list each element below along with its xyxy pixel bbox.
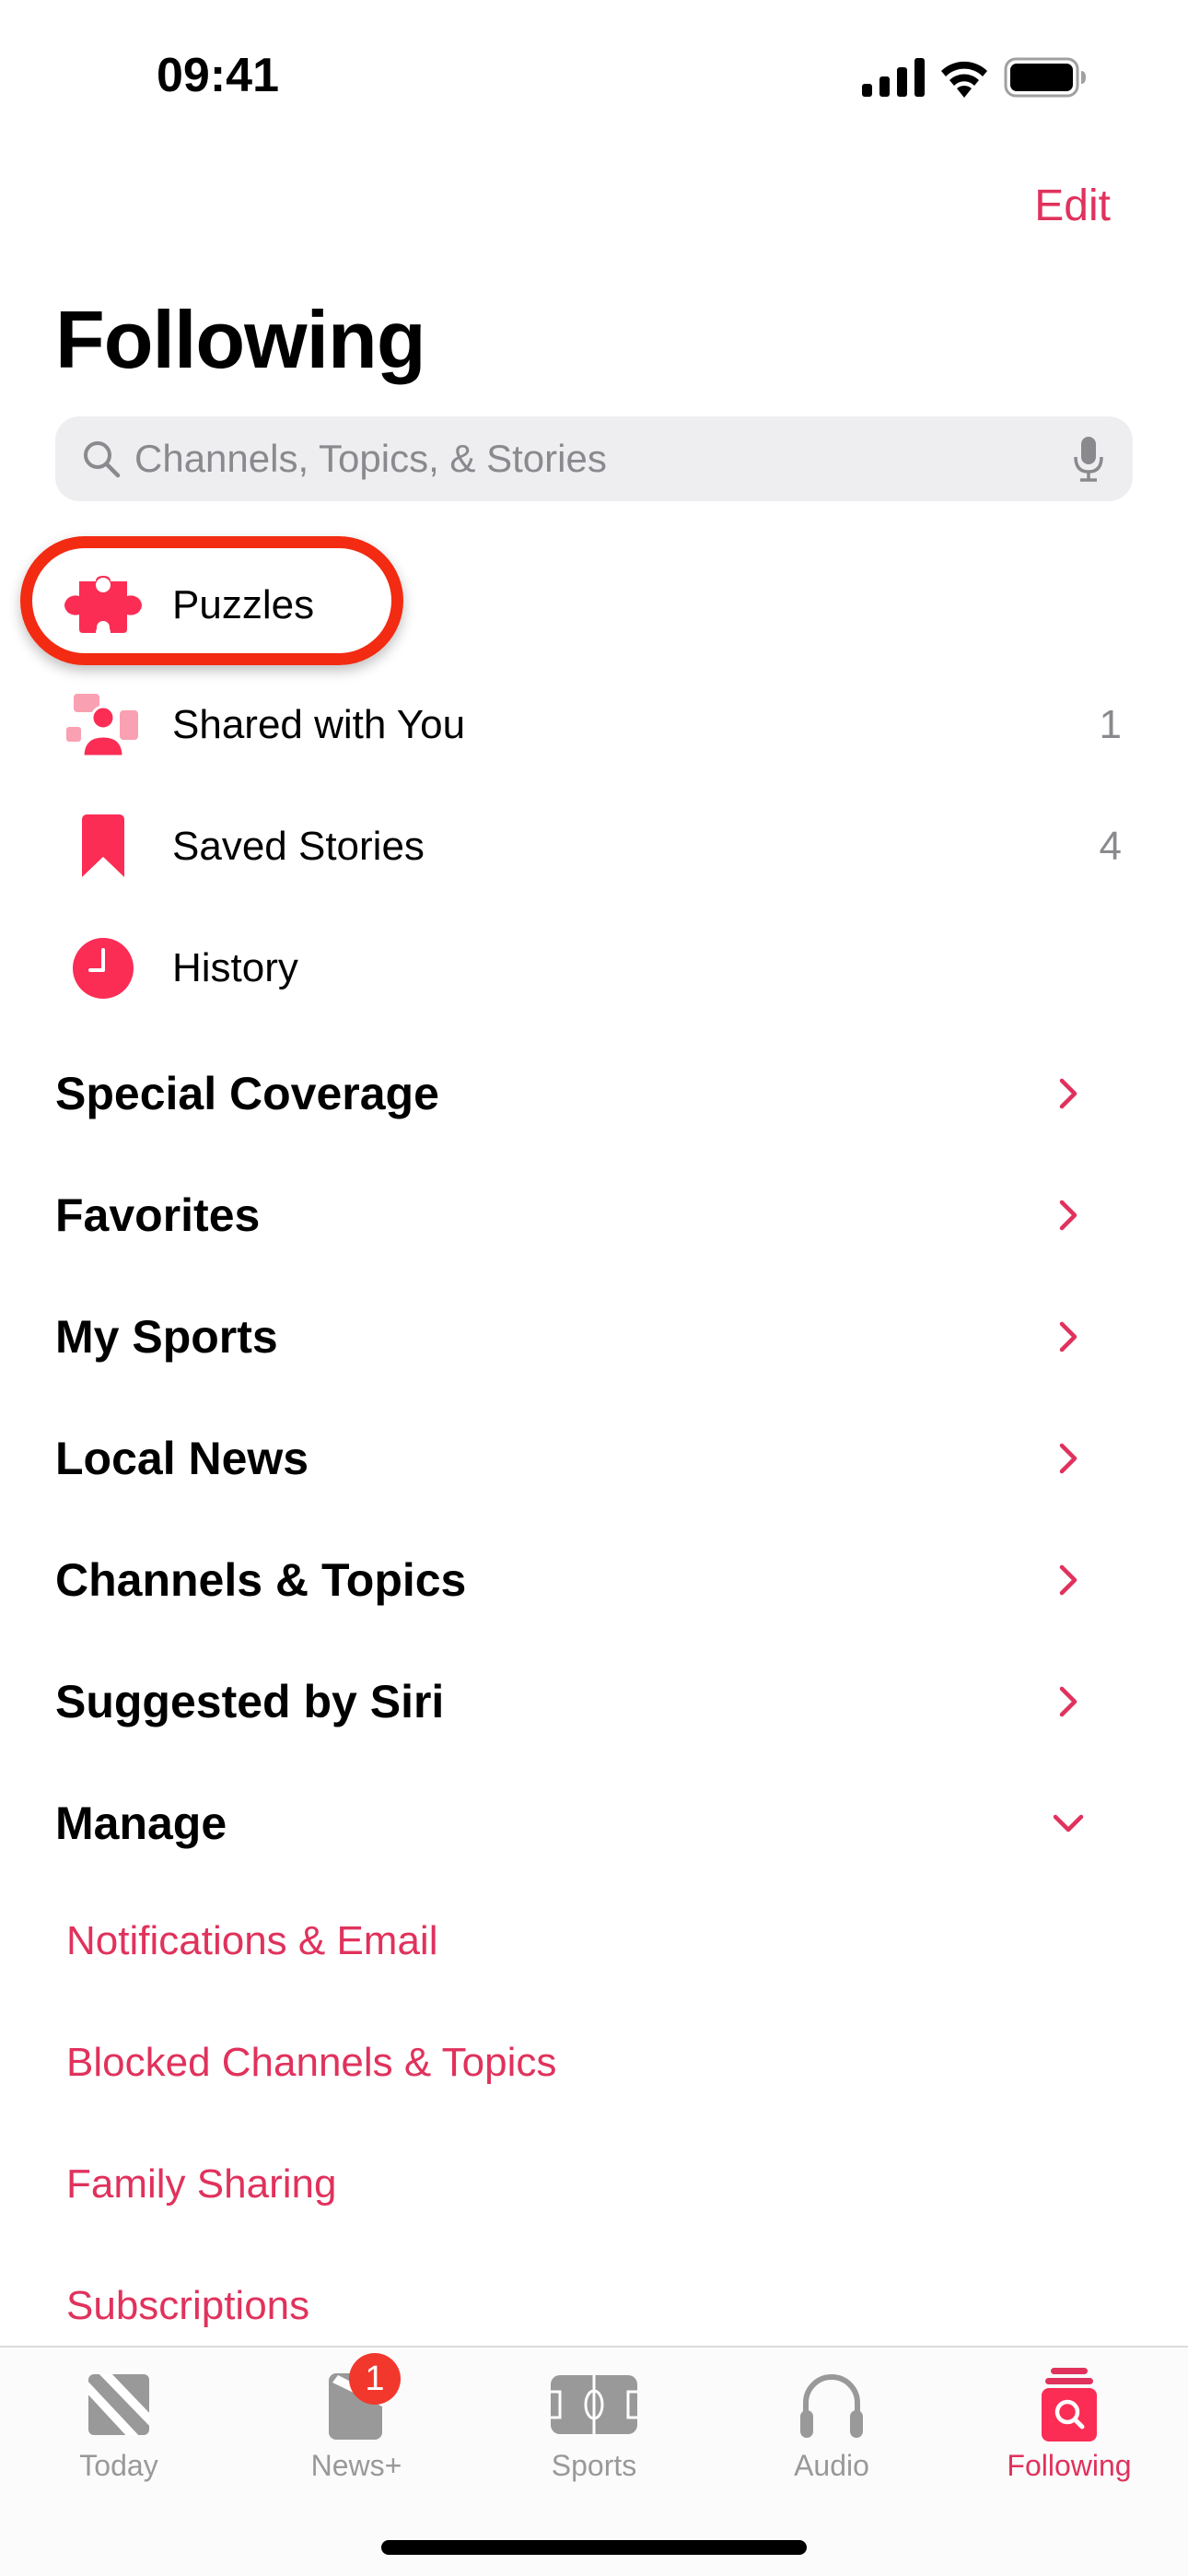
section-favorites[interactable]: Favorites: [0, 1165, 1188, 1266]
tab-audio[interactable]: Audio: [713, 2348, 950, 2495]
library-item-history[interactable]: History: [0, 918, 1188, 1019]
tab-today[interactable]: Today: [0, 2348, 238, 2495]
battery-icon: [1004, 57, 1086, 98]
tab-label: Today: [79, 2449, 158, 2482]
shared-with-you-icon: [55, 688, 151, 762]
tab-label: News+: [310, 2449, 402, 2482]
cellular-signal-icon: [862, 58, 925, 97]
section-label: Local News: [55, 1433, 309, 1484]
chevron-right-icon: [1059, 1321, 1077, 1352]
library-item-label: Saved Stories: [172, 824, 425, 869]
following-search-icon: [1023, 2366, 1115, 2443]
library-item-label: History: [172, 945, 298, 990]
headphones-icon: [786, 2366, 878, 2443]
section-manage[interactable]: Manage: [0, 1773, 1188, 1874]
section-suggested-by-siri[interactable]: Suggested by Siri: [0, 1651, 1188, 1752]
section-label: Favorites: [55, 1189, 261, 1241]
chevron-down-icon: [1053, 1814, 1084, 1832]
chevron-right-icon: [1059, 1200, 1077, 1231]
wifi-icon: [941, 61, 987, 98]
library-item-shared-with-you[interactable]: Shared with You 1: [0, 674, 1188, 776]
sports-field-icon: [548, 2366, 640, 2443]
tab-sports[interactable]: Sports: [475, 2348, 713, 2495]
manage-link-subscriptions[interactable]: Subscriptions: [66, 2283, 309, 2329]
section-label: Suggested by Siri: [55, 1676, 445, 1727]
chevron-right-icon: [1059, 1078, 1077, 1109]
section-label: Channels & Topics: [55, 1554, 467, 1606]
search-input[interactable]: [134, 437, 1070, 481]
bookmark-icon: [55, 810, 151, 884]
tab-label: Sports: [551, 2449, 637, 2482]
library-item-count: 4: [1099, 824, 1122, 869]
status-icons: [862, 57, 1087, 98]
chevron-right-icon: [1059, 1443, 1077, 1474]
tab-following[interactable]: Following: [950, 2348, 1188, 2495]
status-bar: 09:41: [0, 0, 1188, 157]
library-item-count: 1: [1099, 702, 1122, 747]
section-label: Special Coverage: [55, 1068, 439, 1119]
tab-label: Following: [1007, 2449, 1132, 2482]
puzzle-icon: [55, 568, 151, 642]
library-item-label: Shared with You: [172, 702, 466, 747]
search-bar[interactable]: [55, 416, 1133, 501]
section-local-news[interactable]: Local News: [0, 1408, 1188, 1509]
search-icon: [84, 441, 121, 478]
section-special-coverage[interactable]: Special Coverage: [0, 1043, 1188, 1144]
news-plus-icon: 1: [310, 2353, 402, 2443]
status-time: 09:41: [157, 49, 279, 102]
manage-link-family-sharing[interactable]: Family Sharing: [66, 2161, 336, 2207]
home-indicator[interactable]: [381, 2540, 807, 2555]
manage-link-blocked-channels-topics[interactable]: Blocked Channels & Topics: [66, 2040, 556, 2086]
news-today-icon: [73, 2366, 165, 2443]
tab-news-plus[interactable]: 1 News+: [238, 2348, 475, 2495]
chevron-right-icon: [1059, 1564, 1077, 1596]
section-label: Manage: [55, 1797, 227, 1849]
manage-link-notifications-email[interactable]: Notifications & Email: [66, 1918, 437, 1964]
page-title: Following: [55, 294, 426, 385]
library-item-saved-stories[interactable]: Saved Stories 4: [0, 796, 1188, 897]
section-my-sports[interactable]: My Sports: [0, 1286, 1188, 1388]
edit-button[interactable]: Edit: [1034, 181, 1111, 231]
clock-icon: [55, 931, 151, 1005]
library-item-label: Puzzles: [172, 582, 315, 627]
section-channels-topics[interactable]: Channels & Topics: [0, 1529, 1188, 1631]
notification-badge: 1: [349, 2353, 401, 2405]
tab-label: Audio: [794, 2449, 869, 2482]
microphone-icon[interactable]: [1070, 435, 1107, 483]
section-label: My Sports: [55, 1311, 278, 1363]
chevron-right-icon: [1059, 1686, 1077, 1717]
library-item-puzzles[interactable]: Puzzles: [0, 555, 1188, 656]
